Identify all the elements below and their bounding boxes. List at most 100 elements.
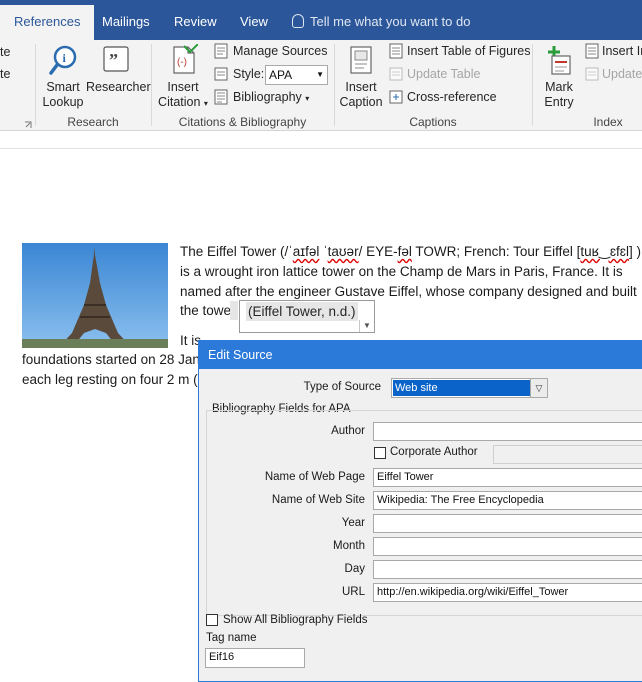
web-site-field[interactable]: Wikipedia: The Free Encyclopedia xyxy=(373,491,642,510)
insert-citation-button[interactable]: (-) Insert Citation ▾ xyxy=(155,43,211,111)
eiffel-tower-picture xyxy=(22,247,168,348)
tag-name-label: Tag name xyxy=(206,632,257,644)
tell-me-text: Tell me what you want to do xyxy=(310,14,471,29)
insert-caption-button[interactable]: Insert Caption xyxy=(338,44,384,110)
smart-lookup-button[interactable]: i Smart Lookup xyxy=(40,44,86,110)
chevron-down-icon[interactable]: ▼ xyxy=(359,320,374,332)
doc-line-4: the towe xyxy=(180,303,232,318)
tab-view[interactable]: View xyxy=(238,5,270,40)
corporate-author-label: Corporate Author xyxy=(390,446,478,458)
smart-lookup-icon: i xyxy=(49,45,77,75)
ribbon-tab-bar: References Mailings Review View Tell me … xyxy=(0,0,642,40)
citation-content-control[interactable]: (Eiffel Tower, n.d.) ▼ xyxy=(230,300,375,333)
url-label: URL xyxy=(341,586,365,598)
type-of-source-label: Type of Source xyxy=(303,381,381,393)
table-of-figures-icon xyxy=(388,43,404,59)
ribbon: te te i Smart Lookup ” Researcher Resear… xyxy=(0,40,642,131)
tab-mailings[interactable]: Mailings xyxy=(100,5,152,40)
corporate-author-checkbox[interactable] xyxy=(374,447,386,459)
researcher-button[interactable]: ” Researcher xyxy=(86,44,151,95)
insert-index-icon xyxy=(584,43,600,59)
update-index-button[interactable]: Update xyxy=(602,67,642,82)
author-field[interactable] xyxy=(373,422,642,441)
bibliography-icon xyxy=(213,89,229,105)
index-group-label: Index xyxy=(593,115,623,129)
captions-group-label: Captions xyxy=(409,115,457,129)
insert-caption-label-2: Caption xyxy=(339,95,383,109)
year-field[interactable] xyxy=(373,514,642,533)
year-label: Year xyxy=(341,517,365,529)
day-field[interactable] xyxy=(373,560,642,579)
researcher-icon: ” xyxy=(103,46,129,72)
mark-entry-label-2: Entry xyxy=(544,95,574,109)
eiffel-tower-image[interactable] xyxy=(22,243,168,348)
update-table-icon xyxy=(388,66,404,82)
dialog-title: Edit Source xyxy=(208,348,273,362)
edit-source-dialog: Edit Source Type of Source Web site ▽ Bi… xyxy=(198,340,642,682)
tab-references[interactable]: References xyxy=(0,5,95,40)
partial-left-button-2[interactable]: te xyxy=(0,67,10,82)
insert-citation-label-2: Citation ▾ xyxy=(158,95,208,109)
research-group-label: Research xyxy=(67,115,119,129)
manage-sources-icon xyxy=(213,43,229,59)
manage-sources-button[interactable]: Manage Sources xyxy=(233,44,328,59)
chevron-down-icon: ▽ xyxy=(530,379,547,397)
doc-line-3: named after the engineer Gustave Eiffel,… xyxy=(180,284,637,299)
tag-name-field[interactable]: Eif16 xyxy=(205,648,305,668)
web-page-field[interactable]: Eiffel Tower xyxy=(373,468,642,487)
doc-line-7: each leg resting on four 2 m ( xyxy=(22,372,198,387)
mark-entry-button[interactable]: Mark Entry xyxy=(537,44,581,110)
citation-text: (Eiffel Tower, n.d.) xyxy=(246,302,358,321)
insert-index-button[interactable]: Insert In xyxy=(602,44,642,59)
svg-text:”: ” xyxy=(109,50,118,70)
url-field[interactable]: http://en.wikipedia.org/wiki/Eiffel_Towe… xyxy=(373,583,642,602)
author-label: Author xyxy=(331,425,365,437)
insert-citation-label-1: Insert xyxy=(167,80,199,94)
insert-caption-icon xyxy=(350,46,372,74)
show-all-fields-label: Show All Bibliography Fields xyxy=(223,614,368,626)
update-index-icon xyxy=(584,66,600,82)
month-field[interactable] xyxy=(373,537,642,556)
svg-text:(-): (-) xyxy=(177,57,187,68)
ribbon-separator xyxy=(532,44,533,126)
type-of-source-dropdown[interactable]: Web site ▽ xyxy=(391,378,548,398)
ribbon-separator xyxy=(151,44,152,126)
insert-citation-icon: (-) xyxy=(173,43,199,74)
insert-table-of-figures-button[interactable]: Insert Table of Figures xyxy=(407,44,530,59)
style-dropdown[interactable]: APA ▼ xyxy=(265,65,328,85)
citations-group-label: Citations & Bibliography xyxy=(178,115,307,129)
tab-review[interactable]: Review xyxy=(172,5,219,40)
day-label: Day xyxy=(344,563,365,575)
style-dropdown-value: APA xyxy=(269,68,293,82)
ribbon-separator xyxy=(334,44,335,126)
dialog-launcher-icon[interactable] xyxy=(24,118,32,128)
smart-lookup-label-2: Lookup xyxy=(42,95,84,109)
show-all-fields-checkbox[interactable] xyxy=(206,614,218,626)
month-label: Month xyxy=(333,540,365,552)
update-table-button[interactable]: Update Table xyxy=(407,67,480,82)
bibliography-button[interactable]: Bibliography ▾ xyxy=(233,90,309,106)
chevron-down-icon: ▾ xyxy=(203,99,208,108)
type-of-source-value: Web site xyxy=(393,380,532,396)
mark-entry-icon xyxy=(548,46,571,75)
drag-handle-icon[interactable] xyxy=(230,301,238,320)
chevron-down-icon: ▾ xyxy=(305,94,310,103)
doc-line-6: foundations started on 28 Jan xyxy=(22,352,200,367)
web-site-label: Name of Web Site xyxy=(271,494,365,506)
smart-lookup-label-1: Smart xyxy=(46,80,80,94)
web-page-label: Name of Web Page xyxy=(264,471,365,483)
cross-reference-icon xyxy=(388,89,404,105)
style-label: Style: xyxy=(233,67,265,81)
lightbulb-icon xyxy=(292,14,304,28)
tell-me-box[interactable]: Tell me what you want to do xyxy=(292,5,470,38)
cross-reference-button[interactable]: Cross-reference xyxy=(407,90,497,105)
dialog-title-bar[interactable]: Edit Source xyxy=(199,341,642,369)
researcher-label: Researcher xyxy=(86,80,151,94)
doc-line-2: is a wrought iron lattice tower on the C… xyxy=(180,264,623,279)
ribbon-separator xyxy=(35,44,36,126)
partial-left-button-1[interactable]: te xyxy=(0,45,10,60)
corporate-author-field[interactable] xyxy=(493,445,642,464)
ruler-line xyxy=(0,148,642,149)
insert-caption-label-1: Insert xyxy=(345,80,377,94)
style-icon xyxy=(213,66,229,82)
